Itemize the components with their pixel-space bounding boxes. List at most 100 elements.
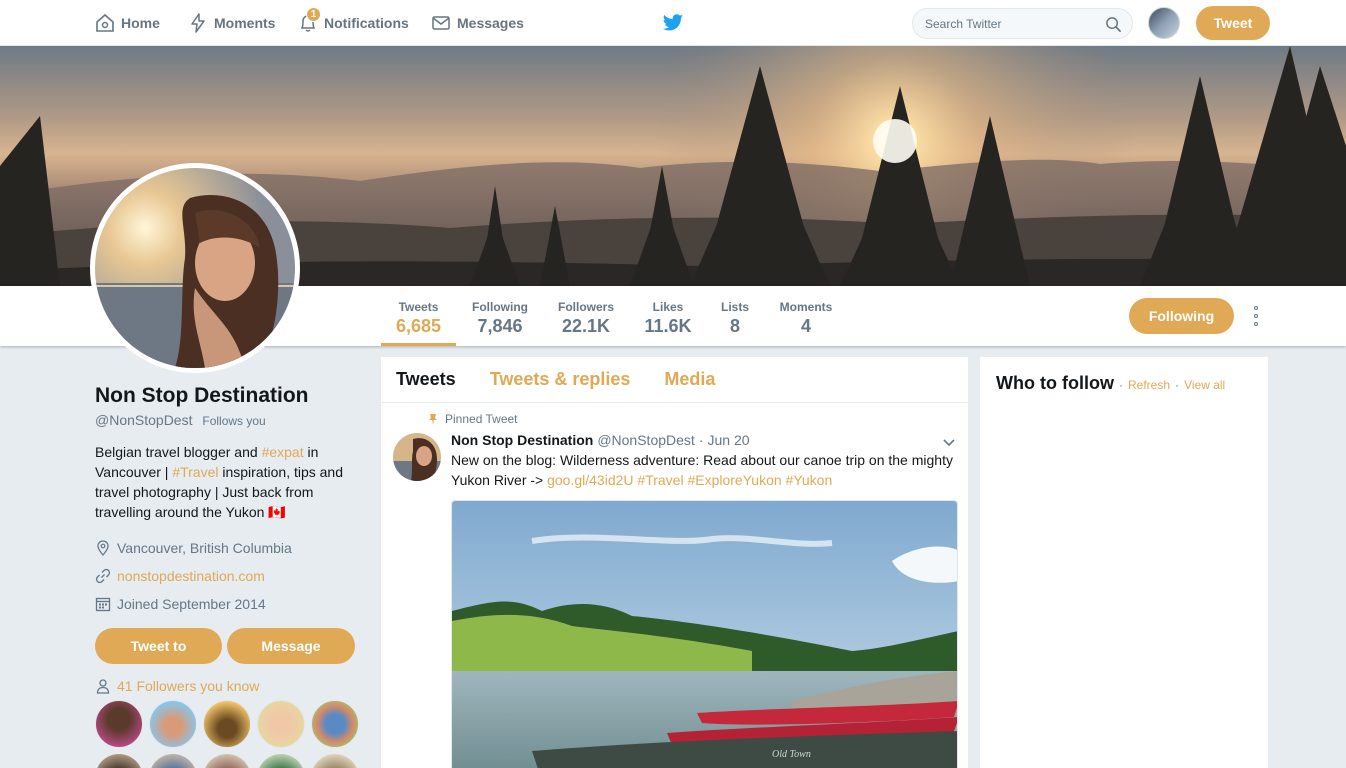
tab-tweets-and-replies[interactable]: Tweets & replies: [490, 369, 631, 390]
stat-following-value: 7,846: [477, 316, 523, 336]
pinned-tweet-label: Pinned Tweet: [427, 412, 958, 426]
hashtag-travel[interactable]: #Travel: [172, 464, 218, 480]
nav-home-label: Home: [121, 15, 160, 31]
stat-tweets-label: Tweets: [398, 300, 439, 314]
profile-meta: Vancouver, British Columbia nonstopdesti…: [95, 534, 365, 618]
profile-action-buttons: Tweet to Message: [95, 628, 365, 664]
followers-you-know-avatars-row-2: [95, 754, 365, 768]
compose-tweet-button[interactable]: Tweet: [1196, 6, 1270, 40]
nav-moments[interactable]: Moments: [188, 0, 275, 46]
website-row: nonstopdestination.com: [95, 562, 365, 590]
tweet-author-photo: [393, 433, 441, 481]
stat-lists-label: Lists: [720, 300, 749, 314]
view-all-link[interactable]: View all: [1184, 378, 1225, 392]
profile-avatar[interactable]: [90, 163, 300, 373]
nav-notifications[interactable]: 1 Notifications: [298, 0, 409, 46]
follower-avatar[interactable]: [257, 754, 305, 768]
who-to-follow-separator: ·: [1175, 378, 1180, 392]
follows-you-label: Follows you: [202, 414, 266, 428]
stat-following[interactable]: Following 7,846: [466, 286, 534, 346]
tweet-date-separator: ·: [698, 432, 704, 448]
follower-avatar[interactable]: [95, 700, 143, 748]
who-to-follow-header: Who to follow · Refresh · View all: [996, 373, 1252, 394]
pinned-tweet[interactable]: Pinned Tweet Non Stop Destination @NonSt…: [381, 403, 968, 768]
more-options-icon[interactable]: [1250, 306, 1262, 326]
tweet-header: Non Stop Destination @NonStopDest · Jun …: [451, 432, 958, 448]
search-icon[interactable]: [1105, 16, 1122, 33]
tweet-link[interactable]: goo.gl/43id2U: [547, 472, 633, 488]
stat-tweets-value: 6,685: [395, 316, 442, 336]
tweet-author-handle[interactable]: @NonStopDest: [597, 432, 694, 448]
hashtag-expat[interactable]: #expat: [262, 444, 304, 460]
tweet-text: New on the blog: Wilderness adventure: R…: [451, 450, 958, 490]
follower-avatar[interactable]: [203, 700, 251, 748]
joined-row: Joined September 2014: [95, 590, 365, 618]
follower-avatar[interactable]: [149, 754, 197, 768]
search-input[interactable]: [925, 16, 1100, 31]
lightning-icon: [191, 13, 205, 33]
followers-you-know-text: 41 Followers you know: [117, 678, 260, 694]
profile-photo-image: [95, 168, 295, 368]
follower-avatar[interactable]: [311, 754, 359, 768]
location-pin-icon: [97, 540, 109, 556]
stat-moments-label: Moments: [779, 300, 833, 314]
following-button[interactable]: Following: [1129, 298, 1234, 334]
chevron-down-icon[interactable]: [942, 435, 956, 449]
stat-tweets[interactable]: Tweets 6,685: [381, 286, 456, 346]
stat-likes[interactable]: Likes 11.6K: [638, 286, 698, 346]
envelope-icon: [432, 16, 450, 30]
tweet-author-name[interactable]: Non Stop Destination: [451, 432, 593, 448]
follower-avatar[interactable]: [203, 754, 251, 768]
timeline-tabs: Tweets Tweets & replies Media: [381, 357, 968, 403]
tweet-author-avatar[interactable]: [393, 433, 441, 481]
profile-name[interactable]: Non Stop Destination: [95, 384, 365, 408]
message-button[interactable]: Message: [227, 628, 355, 664]
follower-avatar[interactable]: [95, 754, 143, 768]
stat-followers[interactable]: Followers 22.1K: [552, 286, 620, 346]
follower-avatar[interactable]: [311, 700, 359, 748]
profile-handle[interactable]: @NonStopDest: [95, 412, 192, 428]
home-icon: [96, 13, 114, 32]
tweet-hashtags[interactable]: #Travel #ExploreYukon #Yukon: [637, 472, 832, 488]
tab-media[interactable]: Media: [664, 369, 715, 390]
pin-icon: [429, 414, 437, 425]
follower-avatar[interactable]: [257, 700, 305, 748]
canoe-brand-text: Old Town: [772, 749, 811, 760]
canada-flag-emoji: 🇨🇦: [268, 504, 286, 520]
profile-bio: Belgian travel blogger and #expat in Van…: [95, 442, 365, 522]
yukon-river-canoes-photo: Old Town: [452, 501, 957, 768]
account-avatar[interactable]: [1148, 7, 1180, 39]
pinned-tweet-text: Pinned Tweet: [445, 412, 518, 426]
followers-you-know-avatars: [95, 700, 365, 748]
tweet-to-button[interactable]: Tweet to: [95, 628, 222, 664]
stat-moments[interactable]: Moments 4: [774, 286, 838, 346]
nav-messages[interactable]: Messages: [431, 0, 524, 46]
top-navigation-bar: Home Moments 1 Notifications Messages Tw…: [0, 0, 1346, 46]
location-text: Vancouver, British Columbia: [117, 540, 292, 556]
follower-avatar[interactable]: [149, 700, 197, 748]
who-to-follow-separator: ·: [1118, 378, 1123, 392]
twitter-bird-icon[interactable]: [662, 12, 684, 34]
profile-timeline: Tweets Tweets & replies Media Pinned Twe…: [381, 357, 968, 768]
tab-tweets[interactable]: Tweets: [396, 369, 456, 390]
stat-followers-value: 22.1K: [561, 316, 611, 336]
calendar-icon: [95, 597, 111, 612]
tweet-date[interactable]: Jun 20: [707, 432, 749, 448]
bio-text-1: Belgian travel blogger and: [95, 444, 262, 460]
website-link[interactable]: nonstopdestination.com: [117, 568, 265, 584]
refresh-link[interactable]: Refresh: [1128, 378, 1170, 392]
tweet-media-image[interactable]: Old Town: [451, 500, 958, 768]
person-icon: [96, 679, 110, 694]
followers-you-know[interactable]: 41 Followers you know: [95, 678, 365, 694]
nav-moments-label: Moments: [214, 15, 276, 31]
stat-lists[interactable]: Lists 8: [716, 286, 754, 346]
nav-messages-label: Messages: [457, 15, 524, 31]
notification-count-badge: 1: [306, 7, 321, 22]
nav-notifications-label: Notifications: [324, 15, 409, 31]
nav-home[interactable]: Home: [95, 0, 160, 46]
profile-sidebar: Non Stop Destination @NonStopDest Follow…: [95, 384, 365, 768]
stat-likes-value: 11.6K: [644, 316, 692, 336]
search-box[interactable]: [912, 8, 1133, 39]
who-to-follow-panel: Who to follow · Refresh · View all: [980, 357, 1268, 768]
stat-moments-value: 4: [800, 316, 811, 336]
